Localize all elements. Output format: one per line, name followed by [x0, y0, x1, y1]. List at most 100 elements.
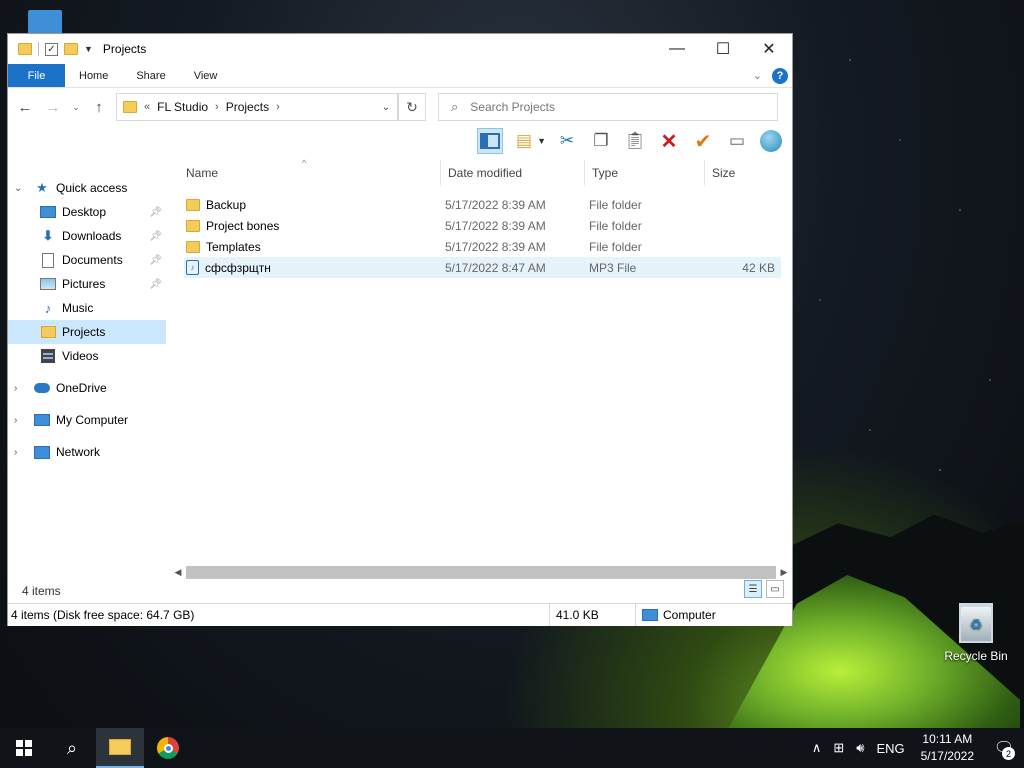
minimize-button[interactable]: — [654, 34, 700, 64]
copy-icon[interactable]: ❐ [588, 128, 614, 154]
scroll-left-icon[interactable]: ◀ [170, 567, 186, 578]
file-name: Project bones [206, 218, 280, 233]
expanded-chevron-down-icon[interactable]: ⌄ [14, 183, 22, 194]
horizontal-scrollbar[interactable]: ◀ ▶ [170, 564, 792, 581]
properties-icon[interactable]: ▭ [724, 128, 750, 154]
volume-icon[interactable]: 🔊︎ [850, 740, 870, 756]
tab-file[interactable]: File [8, 64, 65, 87]
collapsed-chevron-right-icon[interactable]: › [14, 415, 17, 426]
views-button[interactable]: ▤ [511, 128, 537, 154]
action-center-button[interactable]: 🗨︎ 2 [984, 728, 1024, 768]
customize-toolbar-chevron-down-icon[interactable]: ▼ [84, 44, 93, 54]
column-header-name[interactable]: ^ Name [166, 158, 441, 186]
sidebar-item-pictures[interactable]: Pictures 📌︎ [8, 272, 166, 296]
sidebar-item-quick-access[interactable]: ⌄ ★ Quick access [8, 176, 166, 200]
search-icon: ⌕ [451, 99, 459, 114]
column-header-type[interactable]: Type [585, 160, 705, 186]
rename-check-icon[interactable]: ✔ [690, 128, 716, 154]
breadcrumb-chevron-right-icon[interactable]: › [215, 101, 219, 113]
tab-view[interactable]: View [180, 64, 232, 87]
recycle-bin-label: Recycle Bin [944, 649, 1008, 663]
address-bar[interactable]: « FL Studio › Projects › ⌄ [116, 93, 398, 121]
input-language[interactable]: ENG [870, 741, 910, 756]
network-status-icon[interactable]: ⊞ [827, 740, 850, 756]
sidebar-item-downloads[interactable]: ⬇ Downloads 📌︎ [8, 224, 166, 248]
sidebar-item-label: My Computer [56, 413, 129, 427]
address-folder-icon [123, 101, 137, 113]
help-icon[interactable]: ? [772, 67, 788, 84]
back-button[interactable]: ← [14, 99, 36, 116]
breadcrumb-fl-studio[interactable]: FL Studio [157, 100, 208, 114]
address-history-chevron-down-icon[interactable]: ⌄ [375, 102, 397, 113]
large-icons-view-icon[interactable]: ▭ [766, 580, 784, 598]
tab-home[interactable]: Home [65, 64, 122, 87]
folder-icon [186, 240, 200, 253]
search-taskbar-button[interactable]: ⌕ [48, 728, 96, 768]
properties-check-icon[interactable]: ✓ [45, 42, 58, 56]
download-arrow-icon: ⬇ [42, 228, 54, 243]
scrollbar-thumb[interactable] [186, 566, 776, 579]
breadcrumb-chevron-right-icon[interactable]: › [276, 101, 280, 113]
pin-icon: 📌︎ [149, 230, 162, 242]
tab-share[interactable]: Share [122, 64, 179, 87]
folder-icon [186, 198, 200, 211]
clock[interactable]: 10:11 AM 5/17/2022 [911, 731, 984, 765]
explorer-window: ✓ ▼ Projects — ☐ ✕ File Home Share View … [7, 33, 793, 626]
pictures-icon [40, 278, 56, 290]
taskbar-file-explorer[interactable] [96, 728, 144, 768]
file-date: 5/17/2022 8:39 AM [445, 197, 546, 212]
column-header-date-modified[interactable]: Date modified [441, 160, 585, 186]
file-row-templates[interactable]: Templates 5/17/2022 8:39 AM File folder [184, 236, 781, 257]
collapsed-chevron-right-icon[interactable]: › [14, 447, 17, 458]
status-location: Computer [663, 608, 716, 622]
preview-pane-button[interactable] [477, 128, 504, 154]
start-button[interactable] [0, 728, 48, 768]
scroll-right-icon[interactable]: ▶ [776, 567, 792, 578]
sidebar-item-my-computer[interactable]: › My Computer [8, 408, 166, 432]
recent-locations-chevron-down-icon[interactable]: ⌄ [70, 102, 82, 113]
clock-date: 5/17/2022 [920, 749, 974, 763]
chrome-icon [157, 737, 179, 759]
details-view-icon[interactable]: ☰ [744, 580, 762, 598]
file-type: MP3 File [589, 260, 637, 275]
expand-ribbon-chevron-down-icon[interactable]: ⌄ [753, 69, 762, 82]
show-hidden-icons-chevron-up-icon[interactable]: ∧ [806, 740, 828, 756]
file-row-project-bones[interactable]: Project bones 5/17/2022 8:39 AM File fol… [184, 215, 781, 236]
views-chevron-down-icon[interactable]: ▼ [537, 136, 546, 146]
column-header-label: Name [186, 166, 219, 180]
breadcrumb-overflow[interactable]: « [144, 101, 150, 113]
sidebar-item-projects[interactable]: Projects [8, 320, 166, 344]
sidebar-item-onedrive[interactable]: › OneDrive [8, 376, 166, 400]
sidebar-item-music[interactable]: ♪ Music [8, 296, 166, 320]
refresh-button[interactable]: ↻ [398, 93, 426, 121]
file-rows: Backup 5/17/2022 8:39 AM File folder Pro… [166, 194, 792, 278]
paste-icon[interactable]: 📋︎ [622, 128, 648, 154]
desktop-recycle-bin[interactable]: ♻ Recycle Bin [940, 603, 1012, 663]
breadcrumb-projects[interactable]: Projects [226, 100, 269, 114]
network-globe-button[interactable] [758, 128, 784, 154]
maximize-button[interactable]: ☐ [700, 34, 746, 64]
title-bar[interactable]: ✓ ▼ Projects — ☐ ✕ [8, 34, 792, 64]
new-folder-icon[interactable] [64, 43, 78, 55]
forward-button[interactable]: → [42, 99, 64, 116]
taskbar-chrome[interactable] [144, 728, 192, 768]
collapsed-chevron-right-icon[interactable]: › [14, 383, 17, 394]
file-row-mp3[interactable]: ♪ сфсфзрщтн 5/17/2022 8:47 AM MP3 File 42… [184, 257, 781, 278]
up-button[interactable]: ↑ [88, 99, 110, 116]
sidebar-item-network[interactable]: › Network [8, 440, 166, 464]
cut-icon[interactable]: ✂ [554, 128, 580, 154]
file-row-backup[interactable]: Backup 5/17/2022 8:39 AM File folder [184, 194, 781, 215]
sidebar-item-documents[interactable]: Documents 📌︎ [8, 248, 166, 272]
audio-file-icon: ♪ [186, 260, 199, 275]
file-type: File folder [589, 218, 642, 233]
recycle-bin-icon: ♻ [959, 603, 993, 643]
file-name: сфсфзрщтн [205, 260, 271, 275]
column-header-size[interactable]: Size [705, 160, 783, 186]
search-input[interactable]: ⌕ Search Projects [438, 93, 778, 121]
address-row: ← → ⌄ ↑ « FL Studio › Projects › ⌄ ↻ ⌕ S… [8, 88, 792, 126]
delete-icon[interactable]: ✕ [656, 128, 682, 154]
desktop-icon [40, 206, 56, 218]
sidebar-item-videos[interactable]: Videos [8, 344, 166, 368]
sidebar-item-desktop[interactable]: Desktop 📌︎ [8, 200, 166, 224]
close-button[interactable]: ✕ [746, 34, 792, 64]
